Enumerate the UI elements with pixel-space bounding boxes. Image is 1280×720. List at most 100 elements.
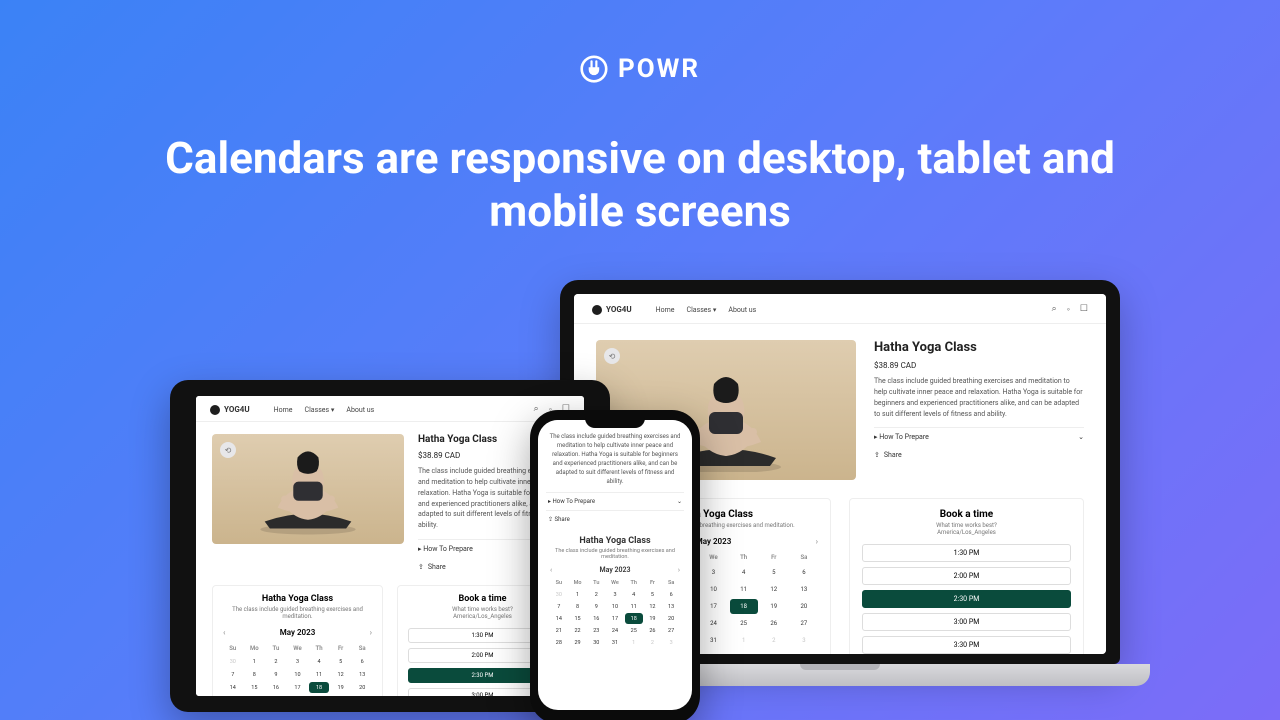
calendar-day[interactable]: 18 — [309, 682, 329, 693]
calendar-grid[interactable]: SuMoTuWeThFrSa30123456789101112131415161… — [223, 643, 372, 696]
share-button[interactable]: ⇪ Share — [546, 510, 684, 528]
calendar-day[interactable]: 3 — [288, 656, 308, 667]
calendar-day[interactable]: 6 — [790, 565, 818, 580]
calendar-day[interactable]: 13 — [662, 601, 680, 612]
calendar-day[interactable]: 23 — [266, 695, 286, 696]
nav-classes[interactable]: Classes ▾ — [687, 306, 717, 314]
calendar-day[interactable]: 21 — [223, 695, 243, 696]
calendar-day[interactable]: 10 — [699, 582, 727, 597]
calendar-day[interactable]: 4 — [730, 565, 758, 580]
calendar-day[interactable]: 13 — [790, 582, 818, 597]
calendar-day[interactable]: 9 — [266, 669, 286, 680]
calendar-day[interactable]: 17 — [699, 599, 727, 614]
calendar-day[interactable]: 8 — [245, 669, 265, 680]
calendar-day[interactable]: 4 — [625, 589, 643, 600]
account-icon[interactable]: ◦ — [1067, 304, 1070, 315]
calendar-day[interactable]: 30 — [223, 656, 243, 667]
calendar-day[interactable]: 12 — [644, 601, 662, 612]
cal-prev[interactable]: ‹ — [223, 628, 225, 637]
calendar-day[interactable]: 10 — [606, 601, 624, 612]
calendar-day[interactable]: 27 — [790, 616, 818, 631]
calendar-day[interactable]: 3 — [790, 633, 818, 648]
calendar-day[interactable]: 24 — [606, 625, 624, 636]
calendar-day[interactable]: 3 — [606, 589, 624, 600]
calendar-day[interactable]: 20 — [662, 613, 680, 624]
calendar-day[interactable]: 23 — [587, 625, 605, 636]
calendar-day[interactable]: 26 — [644, 625, 662, 636]
calendar-day[interactable]: 26 — [760, 616, 788, 631]
calendar-day[interactable]: 6 — [352, 656, 372, 667]
calendar-day[interactable]: 14 — [223, 682, 243, 693]
time-slot[interactable]: 2:30 PM — [862, 590, 1071, 608]
calendar-day[interactable]: 28 — [550, 637, 568, 648]
calendar-day[interactable]: 27 — [352, 695, 372, 696]
calendar-day[interactable]: 31 — [606, 637, 624, 648]
calendar-day[interactable]: 4 — [309, 656, 329, 667]
calendar-day[interactable]: 19 — [331, 682, 351, 693]
calendar-day[interactable]: 16 — [587, 613, 605, 624]
calendar-day[interactable]: 5 — [331, 656, 351, 667]
site-logo[interactable]: YOG4U — [592, 305, 632, 315]
calendar-day[interactable]: 25 — [309, 695, 329, 696]
calendar-day[interactable]: 31 — [699, 633, 727, 648]
calendar-day[interactable]: 29 — [569, 637, 587, 648]
calendar-day[interactable]: 22 — [245, 695, 265, 696]
calendar-day[interactable]: 18 — [625, 613, 643, 624]
search-icon[interactable]: ⌕ — [1052, 304, 1057, 315]
time-slot[interactable]: 3:30 PM — [862, 636, 1071, 654]
calendar-day[interactable]: 20 — [352, 682, 372, 693]
cal-next[interactable]: › — [678, 566, 680, 574]
time-slot[interactable]: 2:00 PM — [862, 567, 1071, 585]
site-logo[interactable]: YOG4U — [210, 405, 250, 415]
calendar-day[interactable]: 8 — [569, 601, 587, 612]
calendar-day[interactable]: 7 — [223, 669, 243, 680]
calendar-day[interactable]: 6 — [662, 589, 680, 600]
calendar-day[interactable]: 22 — [569, 625, 587, 636]
calendar-day[interactable]: 30 — [587, 637, 605, 648]
calendar-day[interactable]: 15 — [569, 613, 587, 624]
share-button[interactable]: ⇪Share — [874, 446, 1084, 459]
calendar-day[interactable]: 10 — [288, 669, 308, 680]
calendar-day[interactable]: 30 — [550, 589, 568, 600]
cal-prev[interactable]: ‹ — [550, 566, 552, 574]
calendar-day[interactable]: 1 — [625, 637, 643, 648]
calendar-day[interactable]: 17 — [288, 682, 308, 693]
calendar-day[interactable]: 2 — [266, 656, 286, 667]
calendar-day[interactable]: 7 — [550, 601, 568, 612]
calendar-day[interactable]: 1 — [245, 656, 265, 667]
calendar-day[interactable]: 25 — [730, 616, 758, 631]
calendar-day[interactable]: 11 — [730, 582, 758, 597]
calendar-day[interactable]: 18 — [730, 599, 758, 614]
accordion-how-to-prepare[interactable]: ▸ How To Prepare⌄ — [874, 427, 1084, 446]
calendar-day[interactable]: 2 — [644, 637, 662, 648]
calendar-day[interactable]: 5 — [644, 589, 662, 600]
cal-next[interactable]: › — [370, 628, 372, 637]
calendar-day[interactable]: 11 — [625, 601, 643, 612]
nav-home[interactable]: Home — [656, 306, 675, 314]
calendar-day[interactable]: 19 — [644, 613, 662, 624]
calendar-day[interactable]: 12 — [331, 669, 351, 680]
calendar-day[interactable]: 3 — [699, 565, 727, 580]
time-slot[interactable]: 3:00 PM — [862, 613, 1071, 631]
cal-next[interactable]: › — [816, 537, 818, 546]
calendar-day[interactable]: 24 — [288, 695, 308, 696]
calendar-day[interactable]: 19 — [760, 599, 788, 614]
calendar-day[interactable]: 15 — [245, 682, 265, 693]
time-slot[interactable]: 1:30 PM — [862, 544, 1071, 562]
nav-about[interactable]: About us — [728, 306, 756, 314]
nav-about[interactable]: About us — [346, 406, 374, 414]
calendar-day[interactable]: 12 — [760, 582, 788, 597]
calendar-day[interactable]: 11 — [309, 669, 329, 680]
calendar-day[interactable]: 14 — [550, 613, 568, 624]
nav-classes[interactable]: Classes ▾ — [305, 406, 335, 414]
calendar-day[interactable]: 13 — [352, 669, 372, 680]
calendar-grid[interactable]: SuMoTuWeThFrSa30123456789101112131415161… — [546, 578, 684, 648]
calendar-day[interactable]: 2 — [587, 589, 605, 600]
accordion-how-to-prepare[interactable]: ▸ How To Prepare⌄ — [546, 492, 684, 510]
calendar-day[interactable]: 25 — [625, 625, 643, 636]
calendar-day[interactable]: 24 — [699, 616, 727, 631]
calendar-day[interactable]: 2 — [760, 633, 788, 648]
calendar-day[interactable]: 20 — [790, 599, 818, 614]
bag-icon[interactable]: ☐ — [1080, 304, 1088, 315]
calendar-day[interactable]: 26 — [331, 695, 351, 696]
